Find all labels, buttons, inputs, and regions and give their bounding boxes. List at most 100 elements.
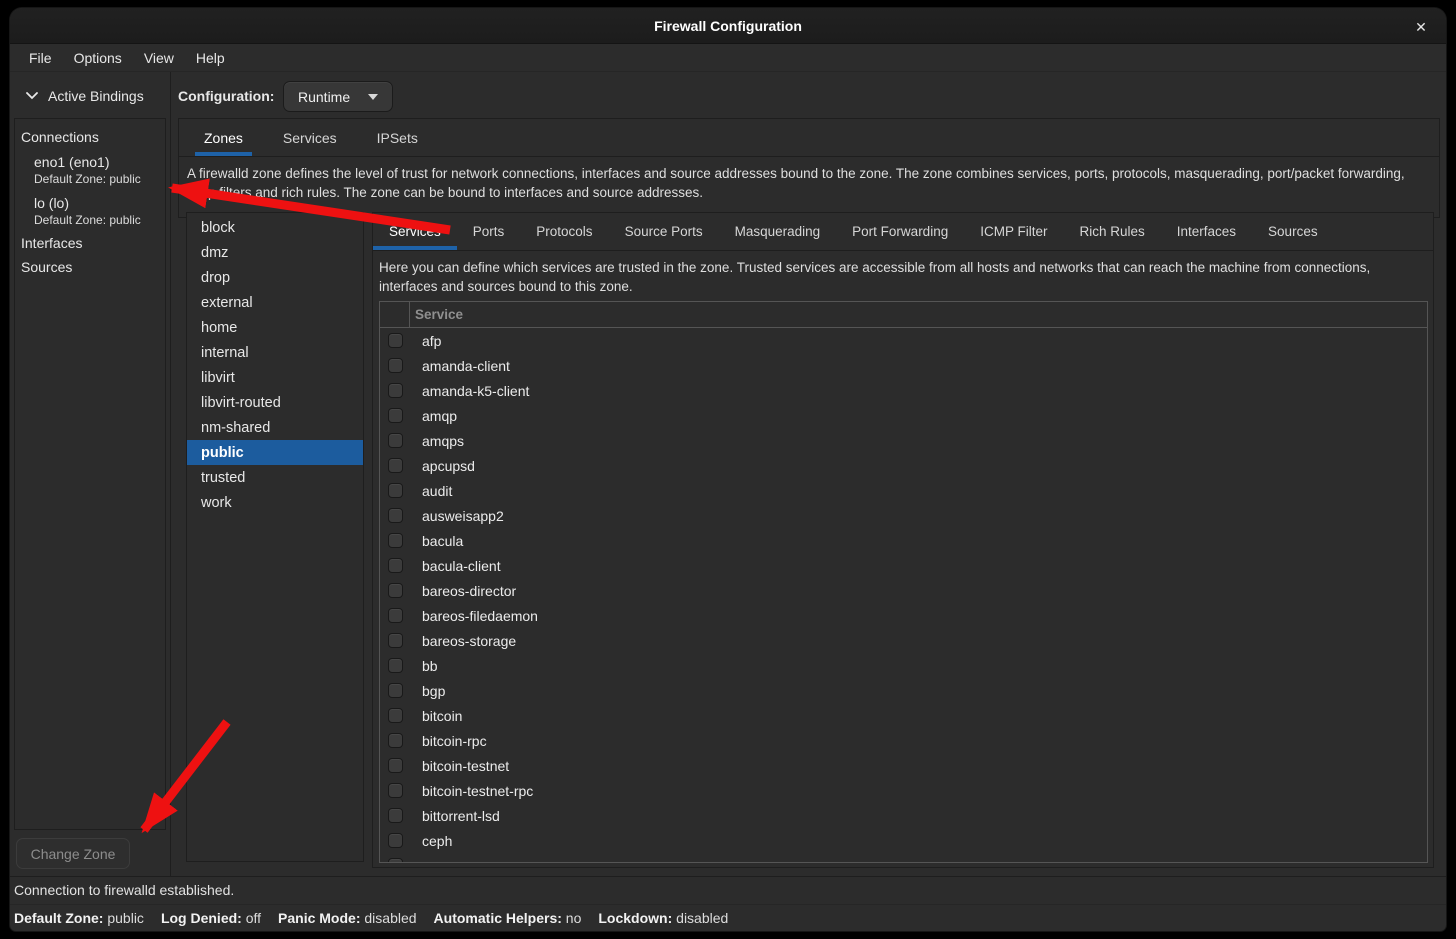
table-row[interactable]: bacula-client <box>380 553 1427 578</box>
service-name: bb <box>422 658 438 674</box>
table-row[interactable]: audit <box>380 478 1427 503</box>
status-field-label: Log Denied: <box>161 910 242 926</box>
service-checkbox[interactable] <box>388 558 403 573</box>
table-row[interactable]: bittorrent-lsd <box>380 803 1427 828</box>
close-icon[interactable]: ✕ <box>1410 16 1432 38</box>
service-checkbox[interactable] <box>388 708 403 723</box>
menu-item[interactable]: View <box>133 47 185 69</box>
connection-item[interactable]: lo (lo) Default Zone: public <box>34 193 165 231</box>
service-checkbox[interactable] <box>388 633 403 648</box>
zone-list-item[interactable]: internal <box>187 340 363 365</box>
zone-settings-tab[interactable]: Ports <box>457 213 521 250</box>
tree-item-interfaces[interactable]: Interfaces <box>21 231 165 255</box>
service-checkbox[interactable] <box>388 408 403 423</box>
connection-item[interactable]: eno1 (eno1) Default Zone: public <box>34 152 165 190</box>
zone-list-item[interactable]: public <box>187 440 363 465</box>
service-checkbox[interactable] <box>388 858 403 863</box>
table-row[interactable]: bitcoin-testnet-rpc <box>380 778 1427 803</box>
zone-list-item[interactable]: libvirt-routed <box>187 390 363 415</box>
table-row[interactable]: bareos-filedaemon <box>380 603 1427 628</box>
zone-settings-tab[interactable]: Port Forwarding <box>836 213 964 250</box>
table-row[interactable]: apcupsd <box>380 453 1427 478</box>
table-row[interactable]: afp <box>380 328 1427 353</box>
main-tab[interactable]: Services <box>274 119 346 156</box>
table-row[interactable]: amqps <box>380 428 1427 453</box>
zone-list-item[interactable]: drop <box>187 265 363 290</box>
table-row[interactable]: ceph <box>380 828 1427 853</box>
service-checkbox[interactable] <box>388 808 403 823</box>
connection-name[interactable]: lo (lo) <box>34 193 165 213</box>
table-row-partial[interactable] <box>380 853 1427 863</box>
service-checkbox[interactable] <box>388 683 403 698</box>
status-field-label: Default Zone: <box>14 910 103 926</box>
change-zone-button[interactable]: Change Zone <box>16 838 130 869</box>
zone-settings-tab[interactable]: Interfaces <box>1161 213 1252 250</box>
titlebar[interactable]: Firewall Configuration ✕ <box>10 8 1446 44</box>
table-row[interactable]: amqp <box>380 403 1427 428</box>
services-table-header[interactable]: Service <box>380 302 1427 328</box>
service-checkbox[interactable] <box>388 508 403 523</box>
table-row[interactable]: bitcoin-rpc <box>380 728 1427 753</box>
zone-list-item[interactable]: trusted <box>187 465 363 490</box>
service-checkbox[interactable] <box>388 608 403 623</box>
service-checkbox[interactable] <box>388 533 403 548</box>
zone-settings-tab[interactable]: Rich Rules <box>1063 213 1160 250</box>
zone-settings-tab[interactable]: Sources <box>1252 213 1334 250</box>
firewall-configuration-window: Firewall Configuration ✕ FileOptionsView… <box>10 8 1446 931</box>
table-row[interactable]: ausweisapp2 <box>380 503 1427 528</box>
zone-list-item[interactable]: nm-shared <box>187 415 363 440</box>
connection-default-zone: Default Zone: public <box>34 213 165 231</box>
service-checkbox[interactable] <box>388 458 403 473</box>
status-field-value: disabled <box>364 910 416 926</box>
status-field-label: Panic Mode: <box>278 910 360 926</box>
service-checkbox[interactable] <box>388 733 403 748</box>
menu-item[interactable]: File <box>18 47 63 69</box>
service-checkbox[interactable] <box>388 658 403 673</box>
statusbar-divider <box>10 876 1446 877</box>
service-checkbox[interactable] <box>388 333 403 348</box>
service-checkbox[interactable] <box>388 758 403 773</box>
table-row[interactable]: bitcoin <box>380 703 1427 728</box>
table-row[interactable]: bgp <box>380 678 1427 703</box>
service-checkbox[interactable] <box>388 583 403 598</box>
table-row[interactable]: bareos-director <box>380 578 1427 603</box>
menu-item[interactable]: Help <box>185 47 236 69</box>
zone-settings-tab[interactable]: Protocols <box>520 213 608 250</box>
service-checkbox[interactable] <box>388 783 403 798</box>
zone-settings-tab[interactable]: Services <box>373 213 457 250</box>
connection-default-zone: Default Zone: public <box>34 172 165 190</box>
zone-settings-tab[interactable]: ICMP Filter <box>964 213 1063 250</box>
tree-item-connections[interactable]: Connections <box>21 125 165 149</box>
service-checkbox[interactable] <box>388 358 403 373</box>
tree-item-sources[interactable]: Sources <box>21 255 165 279</box>
active-bindings-expander[interactable]: Active Bindings <box>26 88 144 104</box>
service-name: bareos-director <box>422 583 516 599</box>
main-tab[interactable]: IPSets <box>368 119 427 156</box>
service-checkbox[interactable] <box>388 433 403 448</box>
zone-settings-tab[interactable]: Source Ports <box>609 213 719 250</box>
table-row[interactable]: bitcoin-testnet <box>380 753 1427 778</box>
table-row[interactable]: amanda-k5-client <box>380 378 1427 403</box>
zone-list-item[interactable]: libvirt <box>187 365 363 390</box>
zone-settings-tab-label: Masquerading <box>735 224 821 239</box>
zone-list-item[interactable]: block <box>187 215 363 240</box>
table-row[interactable]: bb <box>380 653 1427 678</box>
zone-settings-tab[interactable]: Masquerading <box>719 213 837 250</box>
menu-item[interactable]: Options <box>63 47 133 69</box>
service-checkbox[interactable] <box>388 483 403 498</box>
main-tab-bar: Zones Services IPSets <box>179 119 1439 157</box>
service-checkbox[interactable] <box>388 383 403 398</box>
table-row[interactable]: amanda-client <box>380 353 1427 378</box>
zone-list-item[interactable]: home <box>187 315 363 340</box>
main-tab[interactable]: Zones <box>195 119 252 156</box>
zone-list-item[interactable]: work <box>187 490 363 515</box>
table-row[interactable]: bacula <box>380 528 1427 553</box>
configuration-dropdown[interactable]: Runtime <box>283 81 393 112</box>
table-row[interactable]: bareos-storage <box>380 628 1427 653</box>
zone-list-item[interactable]: dmz <box>187 240 363 265</box>
status-field-value: no <box>566 910 582 926</box>
service-checkbox[interactable] <box>388 833 403 848</box>
connection-name[interactable]: eno1 (eno1) <box>34 152 165 172</box>
statusbar-fields: Default Zone: public Log Denied: off Pan… <box>14 910 728 926</box>
zone-list-item[interactable]: external <box>187 290 363 315</box>
